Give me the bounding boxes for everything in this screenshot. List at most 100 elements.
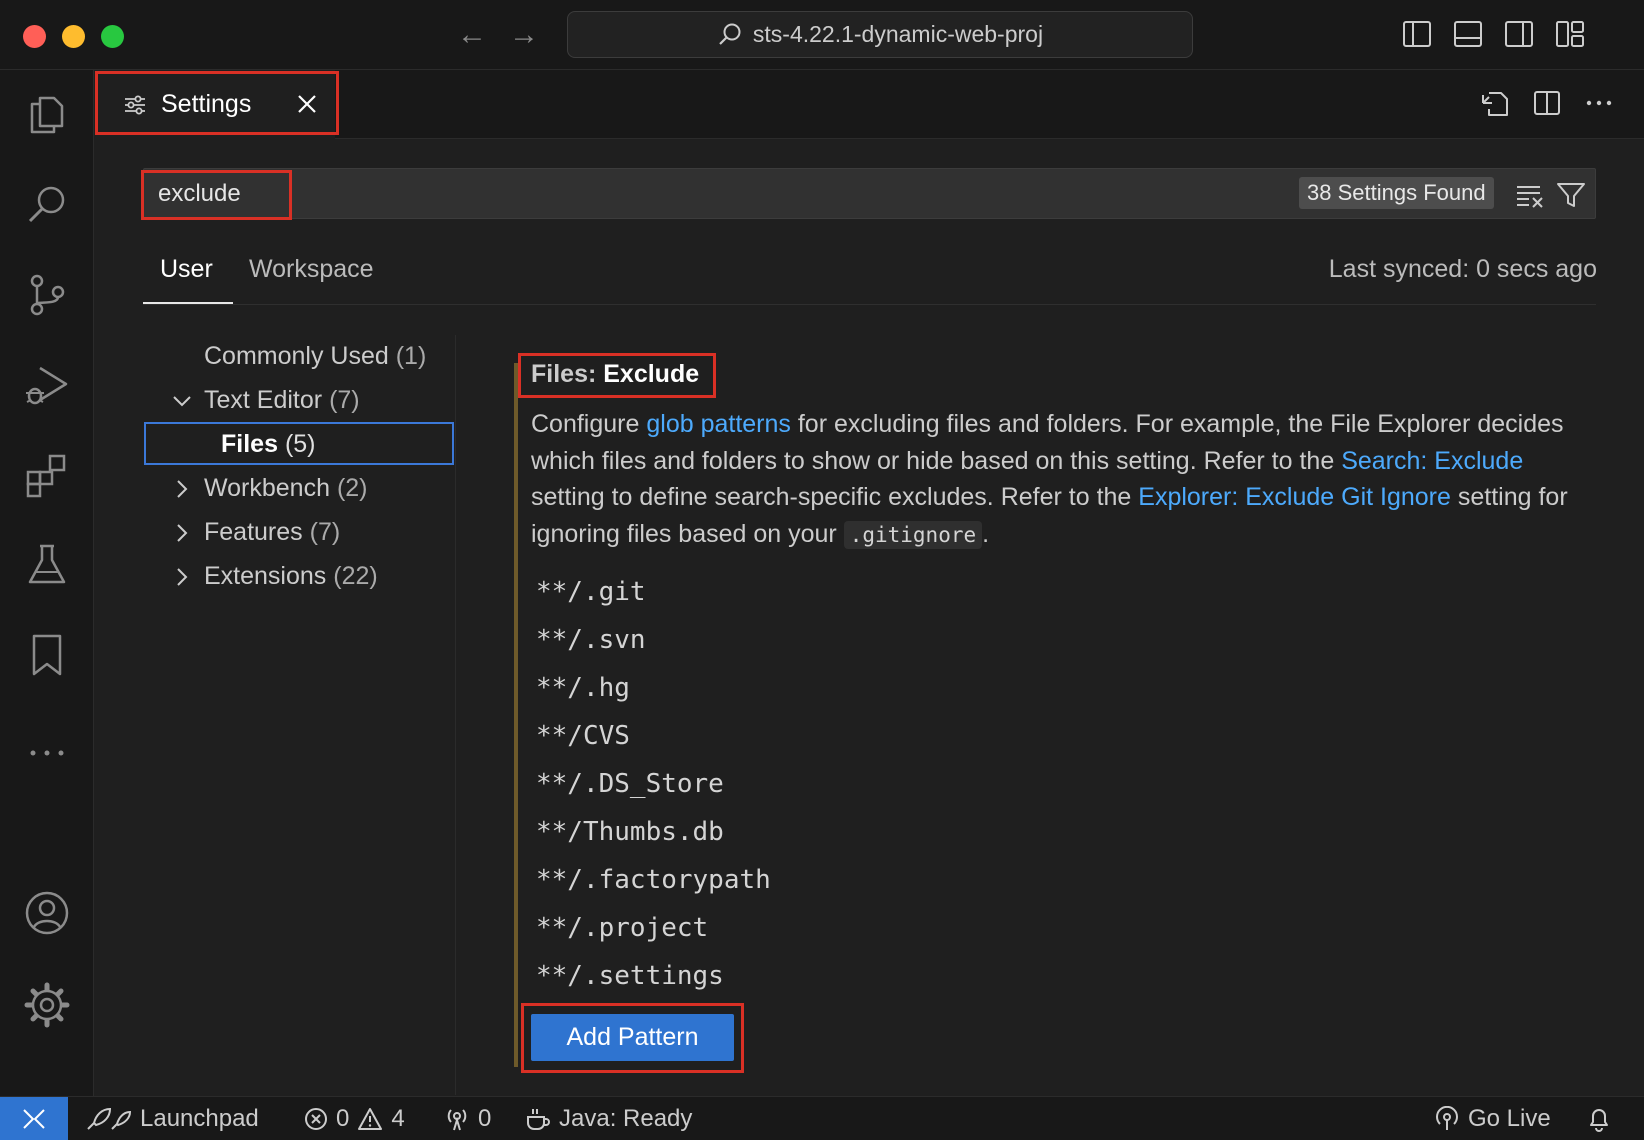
- exclude-pattern-item[interactable]: **/.svn: [536, 625, 646, 655]
- toggle-primary-sidebar-button[interactable]: [1402, 19, 1432, 49]
- workspace-title: sts-4.22.1-dynamic-web-proj: [752, 21, 1044, 47]
- desc-text: .: [982, 519, 990, 548]
- layout-icon: [1556, 21, 1584, 47]
- open-settings-json-button[interactable]: [1479, 87, 1511, 119]
- activity-bar: [0, 70, 94, 1096]
- chevron-right-icon[interactable]: [171, 522, 193, 544]
- toc-label: Files: [221, 430, 278, 458]
- toc-divider: [455, 335, 456, 1095]
- go-back-button[interactable]: ←: [454, 17, 490, 53]
- more-actions-button[interactable]: [1583, 87, 1615, 119]
- toc-label: Features: [204, 518, 303, 546]
- panel-bottom-icon: [1454, 21, 1482, 47]
- broadcast-icon: [447, 1109, 467, 1131]
- clear-filter-icon: [1517, 186, 1543, 208]
- tab-label: Settings: [161, 90, 252, 118]
- exclude-pattern-item[interactable]: **/.factorypath: [536, 865, 771, 895]
- error-icon: [305, 1108, 327, 1130]
- explorer-exclude-git-ignore-link[interactable]: Explorer: Exclude Git Ignore: [1138, 483, 1451, 511]
- chevron-down-icon[interactable]: [171, 390, 193, 412]
- setting-title: Files: Exclude: [531, 360, 699, 389]
- tab-user-settings[interactable]: User: [160, 255, 213, 284]
- explorer-icon[interactable]: [22, 90, 72, 140]
- desc-text: Configure: [531, 410, 647, 438]
- toggle-panel-button[interactable]: [1453, 19, 1483, 49]
- more-icon[interactable]: [22, 720, 72, 770]
- toggle-secondary-sidebar-button[interactable]: [1504, 19, 1534, 49]
- command-center[interactable]: sts-4.22.1-dynamic-web-proj: [567, 11, 1193, 58]
- toc-item-workbench[interactable]: Workbench (2): [204, 474, 368, 503]
- customize-layout-button[interactable]: [1555, 19, 1585, 49]
- exclude-pattern-item[interactable]: **/Thumbs.db: [536, 817, 724, 847]
- glob-patterns-link[interactable]: glob patterns: [646, 410, 791, 438]
- exclude-pattern-item[interactable]: **/.hg: [536, 673, 630, 703]
- ports-count: 0: [478, 1105, 492, 1132]
- problems-status[interactable]: 0 4: [304, 1097, 405, 1140]
- search-icon[interactable]: [22, 180, 72, 230]
- search-exclude-link[interactable]: Search: Exclude: [1341, 447, 1523, 475]
- setting-description: Configure glob patterns for excluding fi…: [531, 406, 1591, 553]
- toc-label: Text Editor: [204, 386, 323, 414]
- manage-gear-icon[interactable]: [22, 980, 72, 1030]
- toc-item-text-editor[interactable]: Text Editor (7): [204, 386, 360, 415]
- exclude-pattern-item[interactable]: **/.project: [536, 913, 708, 943]
- exclude-pattern-item[interactable]: **/CVS: [536, 721, 630, 751]
- launchpad-label: Launchpad: [140, 1105, 259, 1132]
- notifications-button[interactable]: [1586, 1097, 1612, 1140]
- toc-item-features[interactable]: Features (7): [204, 518, 340, 547]
- exclude-pattern-item[interactable]: **/.settings: [536, 961, 724, 991]
- java-status[interactable]: Java: Ready: [525, 1097, 692, 1140]
- toc-item-commonly-used[interactable]: Commonly Used (1): [204, 342, 426, 371]
- close-window-button[interactable]: [23, 25, 46, 48]
- sidebar-right-icon: [1505, 21, 1533, 47]
- ellipsis-icon: [1586, 100, 1612, 106]
- bookmarks-icon[interactable]: [22, 630, 72, 680]
- editor-tab-bar: Settings: [95, 70, 1644, 139]
- toc-count: (1): [395, 342, 427, 370]
- filter-icon: [1557, 183, 1585, 207]
- toc-label: Extensions: [204, 562, 327, 590]
- search-icon: [719, 23, 741, 45]
- setting-name: Exclude: [603, 360, 700, 388]
- coffee-cup-icon: [527, 1109, 550, 1130]
- exclude-pattern-item[interactable]: **/.git: [536, 577, 646, 607]
- toc-label: Commonly Used: [204, 342, 389, 370]
- remote-indicator-button[interactable]: [0, 1097, 68, 1140]
- broadcast-icon: [1436, 1106, 1458, 1130]
- go-live-button[interactable]: Go Live: [1434, 1097, 1551, 1140]
- tab-settings[interactable]: Settings: [95, 70, 335, 139]
- split-editor-icon: [1534, 91, 1560, 115]
- toc-label: Workbench: [204, 474, 330, 502]
- testing-icon[interactable]: [22, 540, 72, 590]
- filter-settings-button[interactable]: [1555, 179, 1587, 211]
- title-bar: ← → sts-4.22.1-dynamic-web-proj: [0, 0, 1644, 70]
- ports-status[interactable]: 0: [444, 1097, 491, 1140]
- status-bar: Launchpad 0 4 0 Java: Ready Go Live: [0, 1096, 1644, 1140]
- zoom-window-button[interactable]: [101, 25, 124, 48]
- accounts-icon[interactable]: [22, 888, 72, 938]
- launchpad-status[interactable]: Launchpad: [84, 1097, 259, 1140]
- go-live-label: Go Live: [1468, 1105, 1551, 1132]
- clear-search-button[interactable]: [1514, 179, 1546, 211]
- setting-category: Files:: [531, 360, 604, 388]
- extensions-icon[interactable]: [22, 450, 72, 500]
- exclude-pattern-item[interactable]: **/.DS_Store: [536, 769, 724, 799]
- go-forward-button[interactable]: →: [506, 17, 542, 53]
- chevron-right-icon[interactable]: [171, 478, 193, 500]
- tab-workspace-settings[interactable]: Workspace: [249, 255, 374, 284]
- source-control-icon[interactable]: [22, 270, 72, 320]
- toc-item-files[interactable]: Files (5): [221, 430, 316, 459]
- toc-item-extensions[interactable]: Extensions (22): [204, 562, 378, 591]
- scope-divider: [143, 304, 1596, 305]
- search-query-text: exclude: [158, 180, 241, 207]
- run-debug-icon[interactable]: [22, 360, 72, 410]
- toc-count: (5): [284, 430, 316, 458]
- split-editor-button[interactable]: [1531, 87, 1563, 119]
- close-tab-icon[interactable]: [293, 90, 321, 118]
- add-pattern-button[interactable]: Add Pattern: [531, 1014, 734, 1061]
- modified-indicator-bar: [514, 363, 518, 1067]
- remote-icon: [23, 1109, 45, 1129]
- chevron-right-icon[interactable]: [171, 566, 193, 588]
- minimize-window-button[interactable]: [62, 25, 85, 48]
- warning-icon: [358, 1108, 383, 1130]
